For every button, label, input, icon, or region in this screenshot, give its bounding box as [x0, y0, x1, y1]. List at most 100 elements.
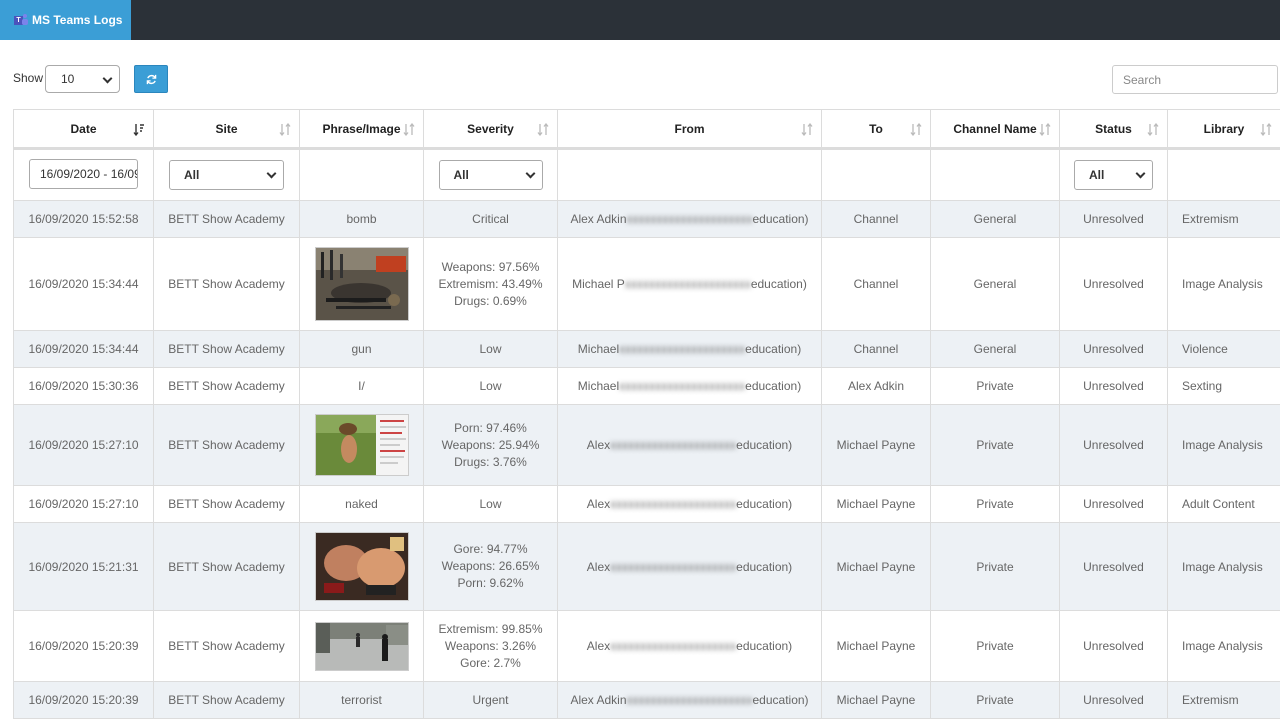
- severity-filter-select[interactable]: All: [438, 160, 543, 190]
- sender-name: Alex: [586, 438, 611, 452]
- filter-cell-site: All: [153, 148, 300, 201]
- table-row[interactable]: 16/09/2020 15:21:31 BETT Show Academy Gore…: [13, 522, 1280, 611]
- filter-cell-to: [821, 148, 931, 201]
- sender-name: Alex: [586, 559, 611, 574]
- column-header-to[interactable]: To: [821, 109, 931, 150]
- severity-score: Porn: 9.62%: [457, 576, 524, 590]
- refresh-icon: [146, 74, 156, 84]
- site-filter-select[interactable]: All: [169, 160, 284, 190]
- show-label: Show: [13, 71, 44, 85]
- chevron-down-icon: [102, 73, 113, 84]
- sort-icon: [403, 123, 415, 136]
- severity-score: Weapons: 3.26%: [444, 638, 537, 653]
- date-range-input[interactable]: 16/09/2020 - 16/09/2020: [29, 158, 138, 189]
- from-cell: Alexxxxxxxxxxxxxxxxxxxxxxeducation): [557, 485, 822, 523]
- filter-cell-from: [557, 148, 822, 201]
- site-cell: BETT Show Academy: [153, 485, 300, 523]
- site-cell: BETT Show Academy: [153, 330, 300, 368]
- from-cell: Michael Pxxxxxxxxxxxxxxxxxxxxxeducation): [557, 237, 822, 331]
- phrase-cell: I/: [299, 367, 424, 405]
- library-cell: Sexting: [1167, 367, 1280, 405]
- filter-cell-date: 16/09/2020 - 16/09/2020: [13, 148, 154, 201]
- redacted-email: xxxxxxxxxxxxxxxxxxxxx: [610, 497, 737, 511]
- column-header-severity[interactable]: Severity: [423, 109, 558, 150]
- channel-cell: General: [930, 200, 1060, 238]
- table-row[interactable]: 16/09/2020 15:34:44 BETT Show Academy Weap…: [13, 237, 1280, 331]
- redacted-email: xxxxxxxxxxxxxxxxxxxxx: [610, 438, 737, 452]
- sender-domain-suffix: education): [752, 212, 809, 226]
- column-header-date[interactable]: Date: [13, 109, 154, 150]
- to-cell: Channel: [821, 237, 931, 331]
- library-cell: Adult Content: [1167, 485, 1280, 523]
- sort-icon: [537, 123, 549, 136]
- page-size-select[interactable]: 10: [45, 65, 120, 93]
- severity-score: Low: [479, 378, 502, 393]
- severity-score: Porn: 97.46%: [454, 420, 527, 435]
- logs-table: Date Site Phrase/Image Severity From To: [13, 109, 1280, 719]
- table-row[interactable]: 16/09/2020 15:20:39 BETT Show Academy terr…: [13, 681, 1280, 719]
- sort-icon: [801, 123, 813, 136]
- from-cell: Alex Adkinxxxxxxxxxxxxxxxxxxxxxeducation…: [557, 200, 822, 238]
- severity-cell: Weapons: 97.56% Extremism: 43.49% Drugs: 0…: [423, 237, 558, 331]
- phrase-cell: bomb: [299, 200, 424, 238]
- weapons-image[interactable]: [314, 247, 409, 321]
- status-filter-value: All: [1089, 168, 1105, 182]
- filter-cell-status: All: [1059, 148, 1168, 201]
- column-header-from[interactable]: From: [557, 109, 822, 150]
- column-header-channel-name[interactable]: Channel Name: [930, 109, 1060, 150]
- sort-icon: [910, 123, 922, 136]
- sort-icon: [1147, 123, 1159, 136]
- column-header-site[interactable]: Site: [153, 109, 300, 150]
- column-header-library[interactable]: Library: [1167, 109, 1280, 150]
- date-cell: 16/09/2020 15:34:44: [13, 237, 154, 331]
- from-cell: Michaelxxxxxxxxxxxxxxxxxxxxxeducation): [557, 330, 822, 368]
- status-filter-select[interactable]: All: [1074, 160, 1153, 190]
- filter-cell-phrase: [299, 148, 424, 201]
- column-header-status[interactable]: Status: [1059, 109, 1168, 150]
- redacted-email: xxxxxxxxxxxxxxxxxxxxx: [619, 342, 746, 356]
- table-row[interactable]: 16/09/2020 15:30:36 BETT Show Academy I/Lo…: [13, 367, 1280, 405]
- phrase-cell: [299, 237, 424, 331]
- site-cell: BETT Show Academy: [153, 522, 300, 611]
- phrase-cell: terrorist: [299, 681, 424, 719]
- sender-name: Alex Adkin: [570, 212, 627, 226]
- fight-image[interactable]: [314, 532, 409, 601]
- refresh-button[interactable]: [134, 65, 168, 93]
- severity-filter-value: All: [453, 168, 469, 182]
- to-cell: Michael Payne: [821, 681, 931, 719]
- sender-name: Michael: [577, 342, 620, 356]
- table-row[interactable]: 16/09/2020 15:34:44 BETT Show Academy gun L…: [13, 330, 1280, 368]
- column-title: From: [674, 121, 705, 136]
- to-cell: Michael Payne: [821, 522, 931, 611]
- table-row[interactable]: 16/09/2020 15:52:58 BETT Show Academy bomb…: [13, 200, 1280, 238]
- tab-ms-teams-logs[interactable]: T MS Teams Logs: [0, 0, 131, 40]
- table-row[interactable]: 16/09/2020 15:20:39 BETT Show Academy Extr…: [13, 610, 1280, 682]
- phrase-cell: [299, 522, 424, 611]
- sender-domain-suffix: education): [750, 277, 807, 291]
- redacted-email: xxxxxxxxxxxxxxxxxxxxx: [610, 559, 737, 574]
- redacted-email: xxxxxxxxxxxxxxxxxxxxx: [626, 693, 753, 707]
- sender-name: Alex: [586, 639, 611, 653]
- column-title: Channel Name: [953, 121, 1037, 136]
- channel-cell: Private: [930, 485, 1060, 523]
- street-image[interactable]: [314, 621, 409, 671]
- search-input[interactable]: [1112, 65, 1278, 94]
- phrase-cell: gun: [299, 330, 424, 368]
- to-cell: Channel: [821, 330, 931, 368]
- column-header-phrase[interactable]: Phrase/Image: [299, 109, 424, 150]
- severity-score: Low: [479, 341, 502, 356]
- status-cell: Unresolved: [1059, 200, 1168, 238]
- table-row[interactable]: 16/09/2020 15:27:10 BETT Show Academy nake…: [13, 485, 1280, 523]
- site-cell: BETT Show Academy: [153, 610, 300, 682]
- redacted-email: xxxxxxxxxxxxxxxxxxxxx: [624, 277, 751, 291]
- site-cell: BETT Show Academy: [153, 404, 300, 486]
- filter-cell-severity: All: [423, 148, 558, 201]
- sender-domain-suffix: education): [736, 438, 793, 452]
- from-cell: Alexxxxxxxxxxxxxxxxxxxxxxeducation): [557, 610, 822, 682]
- top-bar: T MS Teams Logs: [0, 0, 1280, 40]
- adult-content-image[interactable]: [314, 414, 409, 476]
- sender-name: Alex Adkin: [570, 693, 627, 707]
- table-row[interactable]: 16/09/2020 15:27:10 BETT Show Academy Porn…: [13, 404, 1280, 486]
- chevron-down-icon: [1135, 168, 1146, 179]
- severity-score: Drugs: 3.76%: [454, 454, 527, 469]
